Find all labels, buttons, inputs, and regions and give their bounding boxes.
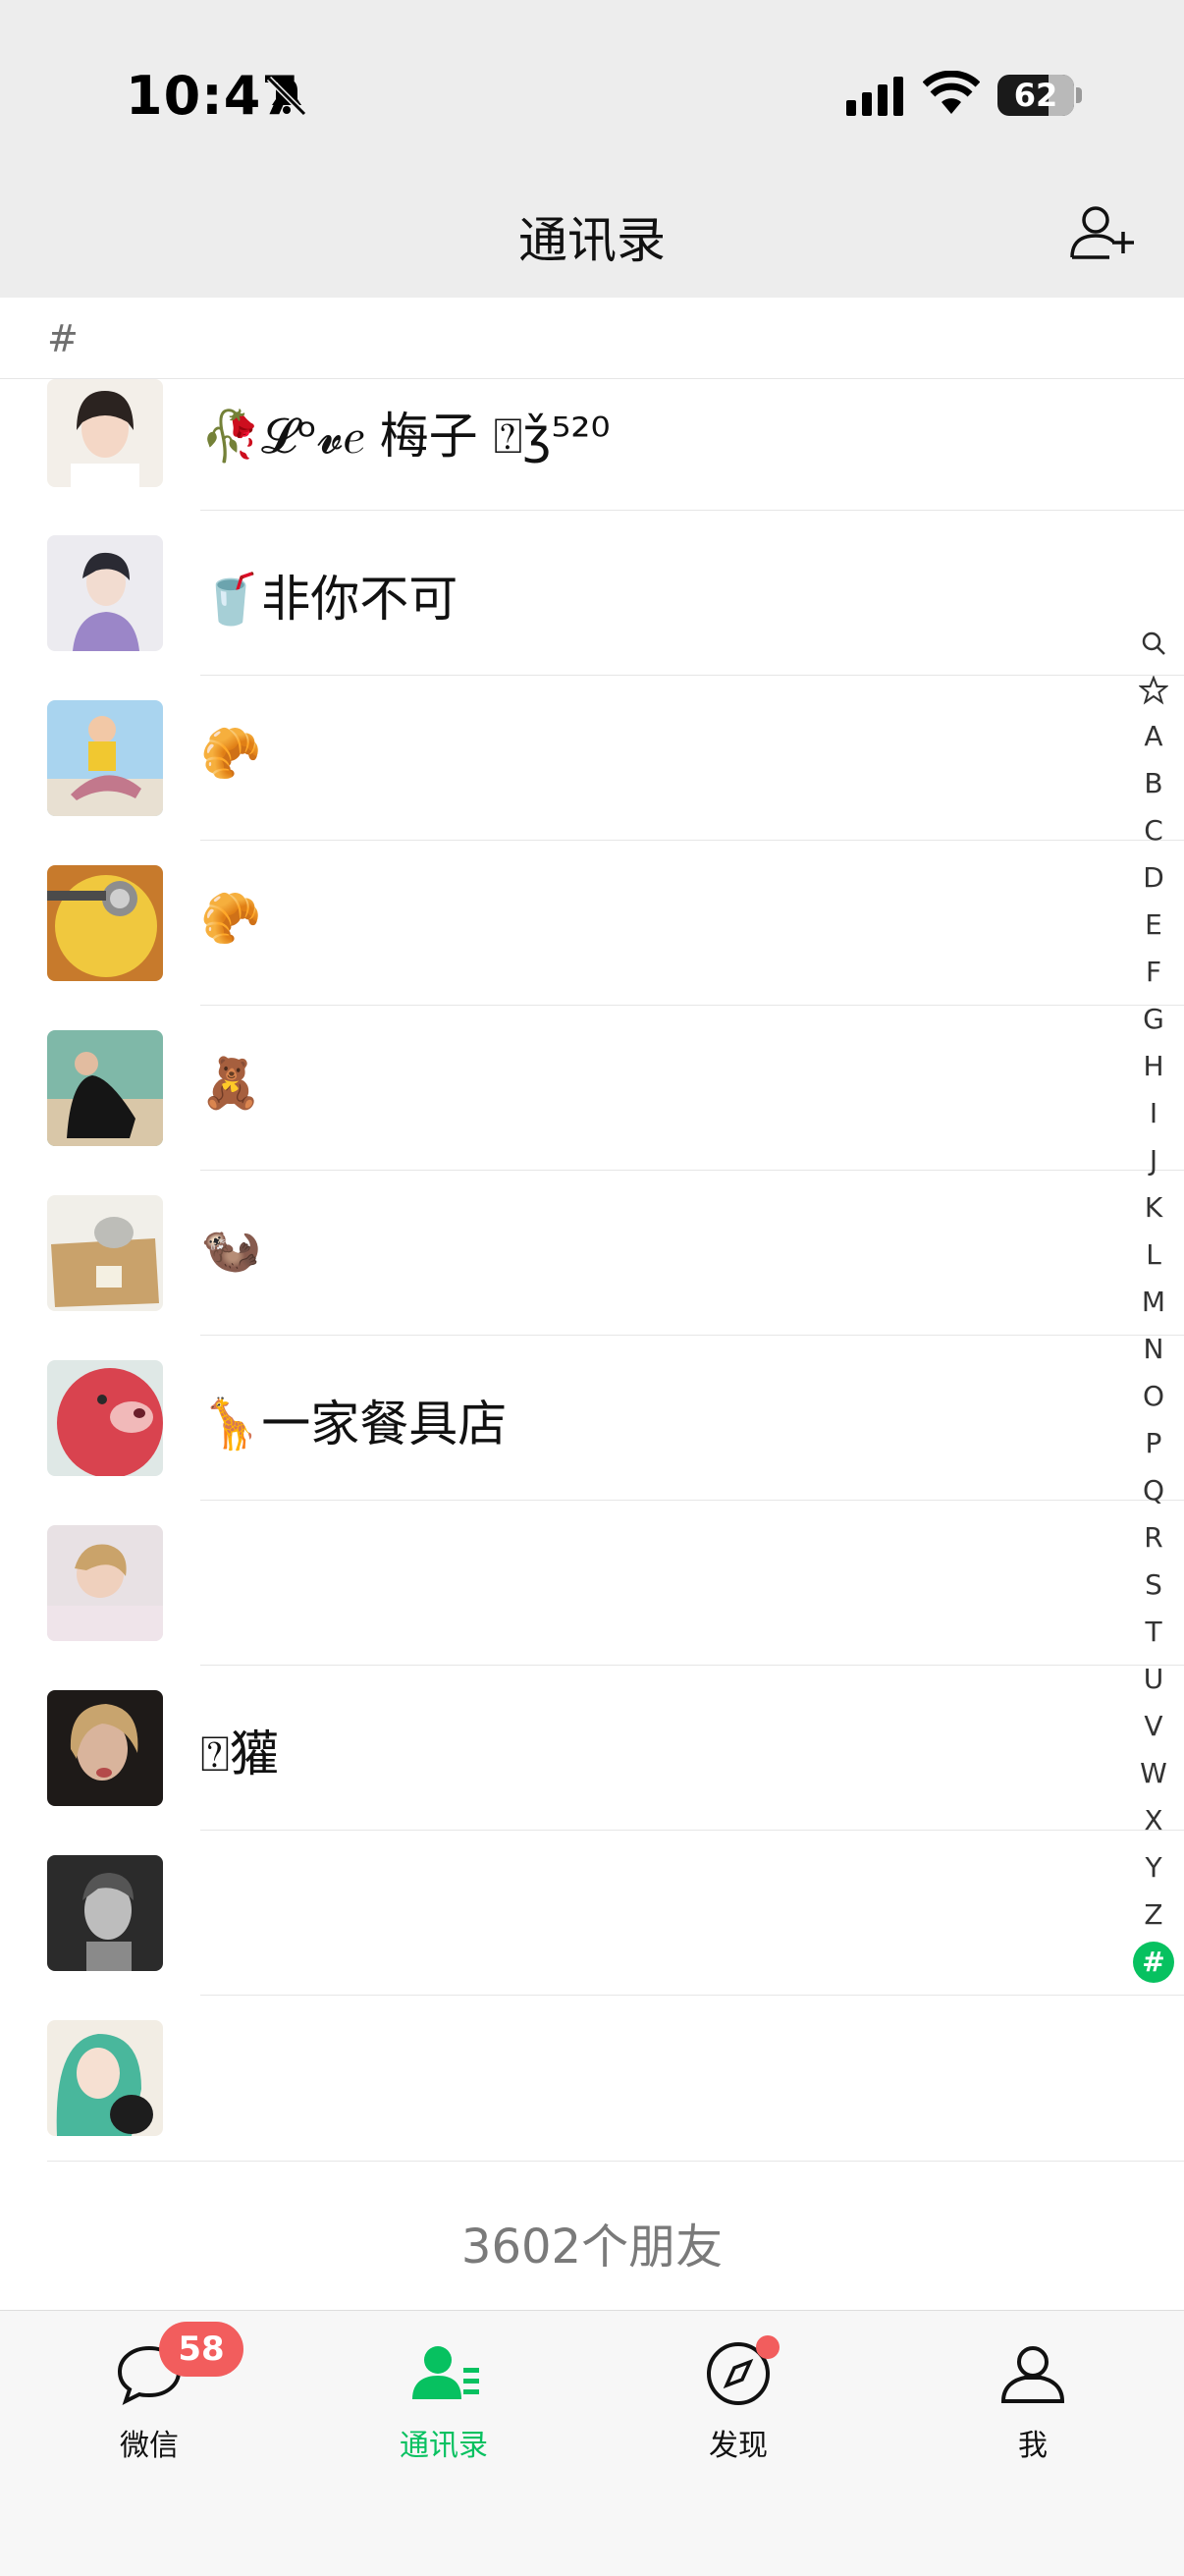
avatar <box>47 1030 163 1146</box>
avatar <box>47 2020 163 2136</box>
tab-me[interactable]: 我 <box>935 2334 1131 2464</box>
index-letter[interactable]: J <box>1129 1137 1178 1184</box>
contact-row[interactable]: 🥤非你不可 <box>0 511 1184 676</box>
contact-row[interactable]: 🥐 <box>0 841 1184 1006</box>
index-letter[interactable]: P <box>1129 1420 1178 1467</box>
index-letter[interactable]: U <box>1129 1656 1178 1703</box>
contacts-icon <box>412 2346 479 2399</box>
contact-row[interactable] <box>0 1501 1184 1666</box>
contact-name: 🥐 <box>200 890 262 947</box>
index-letter[interactable]: E <box>1129 902 1178 949</box>
alphabet-index[interactable]: A B C D E F G H I J K L M N O P Q R S T U V W X Y Z # <box>1129 619 1178 1986</box>
contact-name: 🥐 <box>200 725 262 782</box>
index-letter[interactable]: A <box>1129 713 1178 760</box>
index-star-icon[interactable] <box>1129 666 1178 713</box>
avatar <box>47 1360 163 1476</box>
tab-discover[interactable]: 发现 <box>640 2334 836 2464</box>
friend-count: 3602个朋友 <box>460 2220 724 2275</box>
index-letter[interactable]: G <box>1129 996 1178 1043</box>
index-letter[interactable]: L <box>1129 1232 1178 1279</box>
top-bar: 10:47 62 通讯录 <box>0 0 1184 298</box>
bell-muted-icon <box>266 76 307 117</box>
tab-label: 微信 <box>120 2429 179 2463</box>
avatar <box>47 1195 163 1311</box>
battery-level: 62 <box>1013 77 1058 114</box>
avatar <box>47 1855 163 1971</box>
unread-badge: 58 <box>159 2322 243 2377</box>
contact-name: 🧸 <box>200 1055 262 1112</box>
contact-row[interactable]: 🧸 <box>0 1006 1184 1171</box>
index-letter[interactable]: S <box>1129 1562 1178 1609</box>
signal-icon <box>846 77 903 116</box>
index-letter[interactable]: X <box>1129 1797 1178 1844</box>
section-header: # <box>0 298 1184 379</box>
contact-row[interactable]: 🥀𝓛ᵒ𝓿𝑒 梅子 ⍰ǯ⁵²⁰ <box>0 379 1184 511</box>
index-letter[interactable]: Q <box>1129 1467 1178 1514</box>
contact-row[interactable] <box>0 1831 1184 1996</box>
avatar <box>47 865 163 981</box>
contact-row[interactable]: 🥐 <box>0 676 1184 841</box>
section-letter: # <box>47 317 79 360</box>
index-letter[interactable]: Y <box>1129 1844 1178 1891</box>
contact-name: 🦦 <box>200 1220 262 1277</box>
contact-row[interactable]: 🦒一家餐具店 <box>0 1336 1184 1501</box>
index-letter[interactable]: # <box>1129 1939 1178 1986</box>
discover-dot-badge <box>756 2335 780 2359</box>
avatar <box>47 1690 163 1806</box>
index-letter[interactable]: C <box>1129 807 1178 854</box>
index-letter[interactable]: F <box>1129 949 1178 996</box>
tab-label: 我 <box>1018 2429 1048 2463</box>
contact-row[interactable]: 🦦 <box>0 1171 1184 1336</box>
index-letter[interactable]: N <box>1129 1326 1178 1373</box>
wifi-icon <box>923 71 980 114</box>
contact-name: 🥀𝓛ᵒ𝓿𝑒 梅子 ⍰ǯ⁵²⁰ <box>200 408 611 465</box>
index-letter[interactable]: V <box>1129 1703 1178 1750</box>
contact-list: 🥀𝓛ᵒ𝓿𝑒 梅子 ⍰ǯ⁵²⁰ 🥤非你不可 🥐 🥐 🧸 🦦 🦒一家餐具店 ⍰獾 <box>0 379 1184 2161</box>
index-letter[interactable]: B <box>1129 760 1178 807</box>
add-friend-icon[interactable] <box>1066 202 1137 261</box>
index-letter[interactable]: T <box>1129 1609 1178 1656</box>
avatar <box>47 379 163 487</box>
battery-indicator: 62 <box>997 75 1074 116</box>
avatar <box>47 535 163 651</box>
contact-row[interactable]: ⍰獾 <box>0 1666 1184 1831</box>
tab-label: 发现 <box>709 2429 768 2463</box>
page-title: 通讯录 <box>518 212 666 269</box>
index-letter[interactable]: K <box>1129 1184 1178 1232</box>
contact-name: ⍰獾 <box>200 1726 279 1782</box>
index-letter[interactable]: W <box>1129 1750 1178 1797</box>
contact-name: 🦒一家餐具店 <box>200 1396 508 1452</box>
index-letter[interactable]: I <box>1129 1090 1178 1137</box>
index-letter[interactable]: M <box>1129 1279 1178 1326</box>
avatar <box>47 700 163 816</box>
index-letter[interactable]: H <box>1129 1043 1178 1090</box>
tab-contacts[interactable]: 通讯录 <box>346 2334 542 2464</box>
index-search-icon[interactable] <box>1129 619 1178 666</box>
index-letter[interactable]: O <box>1129 1373 1178 1420</box>
index-letter[interactable]: R <box>1129 1514 1178 1562</box>
tab-label: 通讯录 <box>400 2429 488 2463</box>
avatar <box>47 1525 163 1641</box>
index-letter[interactable]: Z <box>1129 1891 1178 1939</box>
person-icon <box>1000 2346 1065 2403</box>
contact-row[interactable] <box>0 1996 1184 2161</box>
contact-name: 🥤非你不可 <box>200 571 458 628</box>
index-letter[interactable]: D <box>1129 854 1178 902</box>
